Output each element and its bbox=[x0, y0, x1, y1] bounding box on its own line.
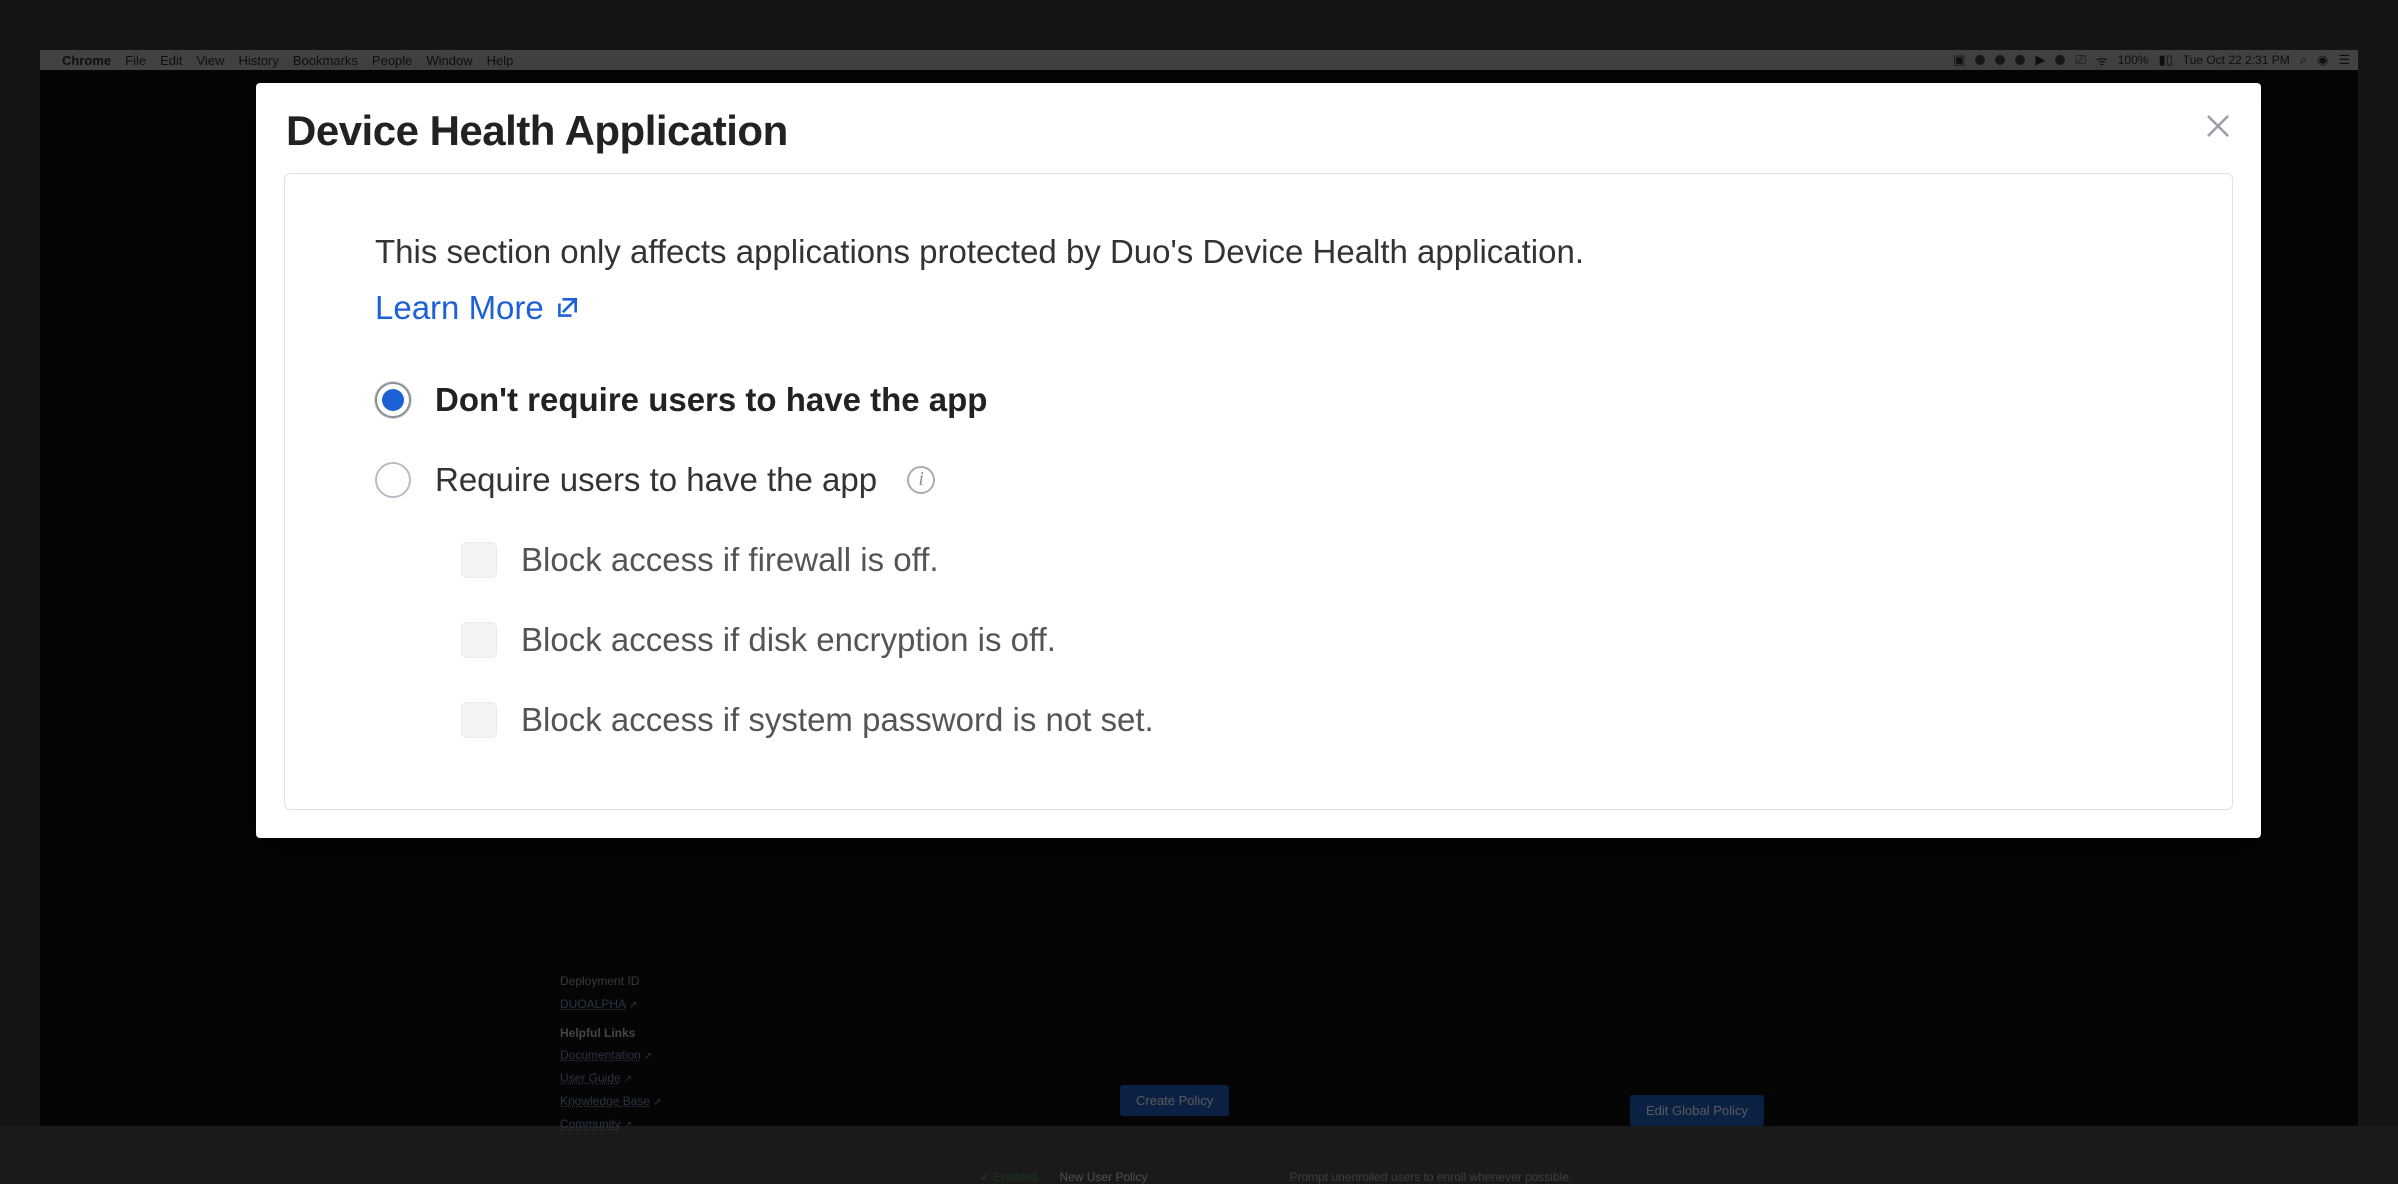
siri-icon[interactable]: ◉ bbox=[2317, 52, 2328, 68]
spotlight-icon[interactable]: ⌕ bbox=[2300, 52, 2307, 68]
status-dot-icon[interactable] bbox=[2055, 55, 2065, 65]
radio-button-icon bbox=[375, 462, 411, 498]
menubar-item-edit[interactable]: Edit bbox=[160, 53, 182, 68]
status-enabled-label: Enabled bbox=[993, 1170, 1037, 1184]
checkbox-icon bbox=[461, 542, 497, 578]
info-icon[interactable]: i bbox=[907, 466, 935, 494]
menubar-item-view[interactable]: View bbox=[196, 53, 224, 68]
status-dot-icon[interactable] bbox=[1975, 55, 1985, 65]
menubar-item-file[interactable]: File bbox=[125, 53, 146, 68]
menubar-item-bookmarks[interactable]: Bookmarks bbox=[293, 53, 358, 68]
screencast-icon[interactable]: ▣ bbox=[1953, 52, 1965, 68]
macos-menubar: Chrome File Edit View History Bookmarks … bbox=[40, 50, 2358, 70]
menubar-item-people[interactable]: People bbox=[372, 53, 412, 68]
radio-label-require: Require users to have the app bbox=[435, 461, 877, 499]
checkbox-option-firewall[interactable]: Block access if firewall is off. bbox=[461, 541, 2142, 579]
notification-center-icon[interactable]: ☰ bbox=[2338, 52, 2350, 68]
checkbox-label-password: Block access if system password is not s… bbox=[521, 701, 1154, 739]
checkbox-option-system-password[interactable]: Block access if system password is not s… bbox=[461, 701, 2142, 739]
policy-status-row: ✔ Enabled New User Policy Prompt unenrol… bbox=[980, 1170, 1880, 1184]
checkbox-label-firewall: Block access if firewall is off. bbox=[521, 541, 939, 579]
close-button[interactable] bbox=[2197, 105, 2239, 147]
modal-title: Device Health Application bbox=[286, 107, 2231, 155]
new-user-policy-label: New User Policy bbox=[1059, 1170, 1147, 1184]
device-health-modal: Device Health Application This section o… bbox=[256, 83, 2261, 838]
learn-more-label: Learn More bbox=[375, 289, 544, 327]
radio-option-dont-require[interactable]: Don't require users to have the app bbox=[375, 381, 2142, 419]
new-user-policy-description: Prompt unenrolled users to enroll whenev… bbox=[1289, 1170, 1572, 1184]
radio-label-dont-require: Don't require users to have the app bbox=[435, 381, 987, 419]
radio-option-require[interactable]: Require users to have the app i bbox=[375, 461, 2142, 499]
modal-body: This section only affects applications p… bbox=[284, 173, 2233, 810]
menubar-clock: Tue Oct 22 2:31 PM bbox=[2183, 53, 2290, 67]
external-link-icon bbox=[554, 295, 580, 321]
play-icon[interactable]: ▶ bbox=[2035, 52, 2045, 68]
desktop-background: Chrome File Edit View History Bookmarks … bbox=[0, 0, 2398, 1126]
close-icon bbox=[2204, 112, 2232, 140]
check-icon: ✔ bbox=[980, 1170, 990, 1184]
learn-more-link[interactable]: Learn More bbox=[375, 289, 580, 327]
menubar-item-help[interactable]: Help bbox=[487, 53, 514, 68]
menubar-app-name[interactable]: Chrome bbox=[62, 53, 111, 68]
radio-button-icon bbox=[375, 382, 411, 418]
checkbox-icon bbox=[461, 702, 497, 738]
checkbox-label-disk: Block access if disk encryption is off. bbox=[521, 621, 1056, 659]
menubar-item-history[interactable]: History bbox=[238, 53, 278, 68]
status-dot-icon[interactable] bbox=[1995, 55, 2005, 65]
modal-intro-text: This section only affects applications p… bbox=[375, 230, 2142, 275]
display-icon[interactable]: ⎚ bbox=[2075, 52, 2085, 68]
wifi-icon[interactable]: ᯤ bbox=[2096, 51, 2108, 69]
modal-overlay: Device Health Application This section o… bbox=[40, 70, 2358, 1126]
status-dot-icon[interactable] bbox=[2015, 55, 2025, 65]
checkbox-option-disk-encryption[interactable]: Block access if disk encryption is off. bbox=[461, 621, 2142, 659]
battery-percent: 100% bbox=[2118, 53, 2149, 67]
checkbox-icon bbox=[461, 622, 497, 658]
battery-icon: ▮▯ bbox=[2158, 52, 2172, 68]
menubar-item-window[interactable]: Window bbox=[426, 53, 472, 68]
